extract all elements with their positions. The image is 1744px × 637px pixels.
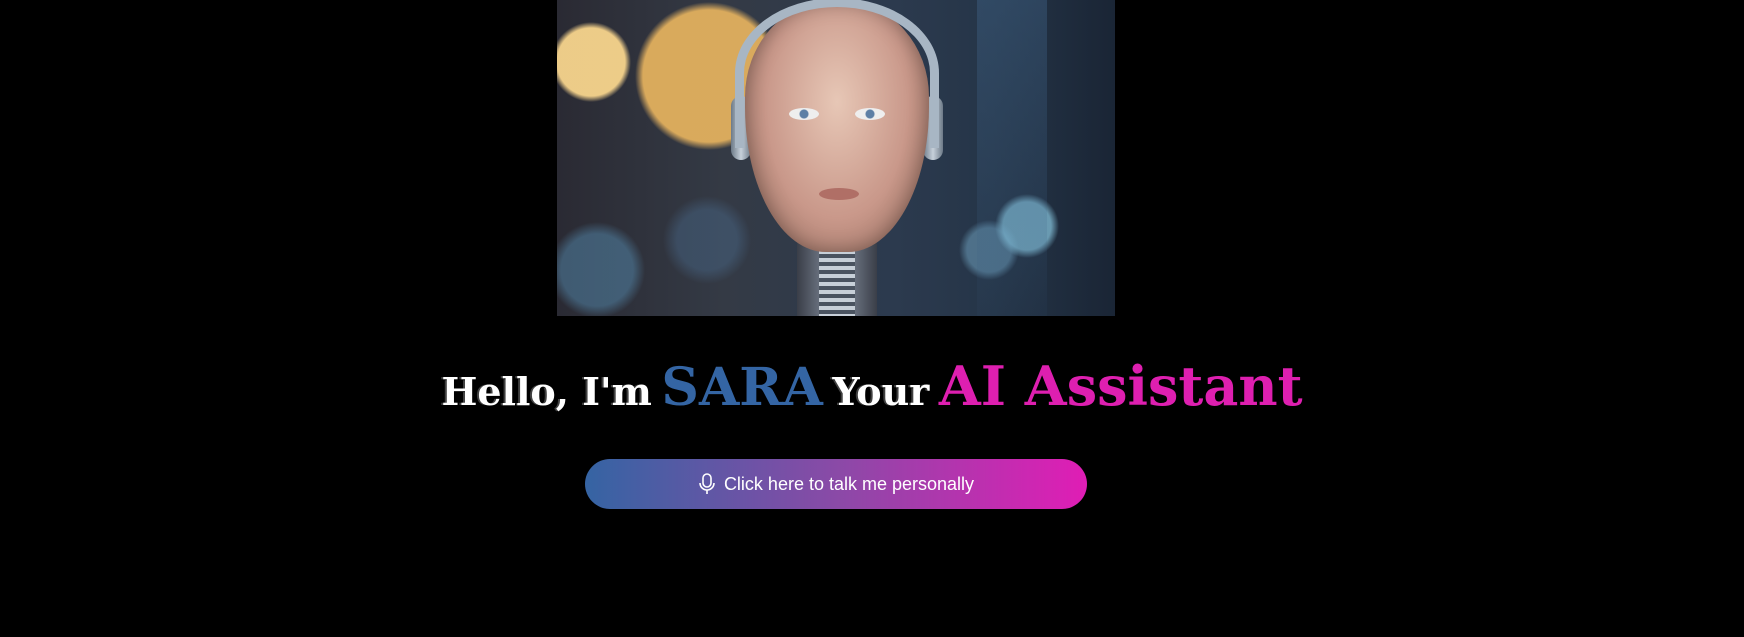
robot-eye-right [855, 108, 885, 120]
robot-eye-left [789, 108, 819, 120]
headline-your: Your [832, 369, 930, 414]
headline-greeting: Hello, I'm [441, 369, 652, 414]
headline-ai-assistant: AI Assistant [938, 354, 1303, 418]
microphone-icon [698, 473, 716, 495]
robot-head [735, 0, 939, 252]
headline: Hello, I'm SARA Your AI Assistant [0, 356, 1744, 430]
page: Hello, I'm SARA Your AI Assistant Click … [0, 0, 1744, 637]
hero-robot-image [557, 0, 1115, 316]
robot-mouth [819, 188, 859, 200]
talk-personally-button[interactable]: Click here to talk me personally [585, 459, 1087, 509]
talk-button-label: Click here to talk me personally [723, 473, 975, 494]
assistant-name: SARA [661, 357, 823, 418]
background-light-glow [977, 0, 1047, 316]
